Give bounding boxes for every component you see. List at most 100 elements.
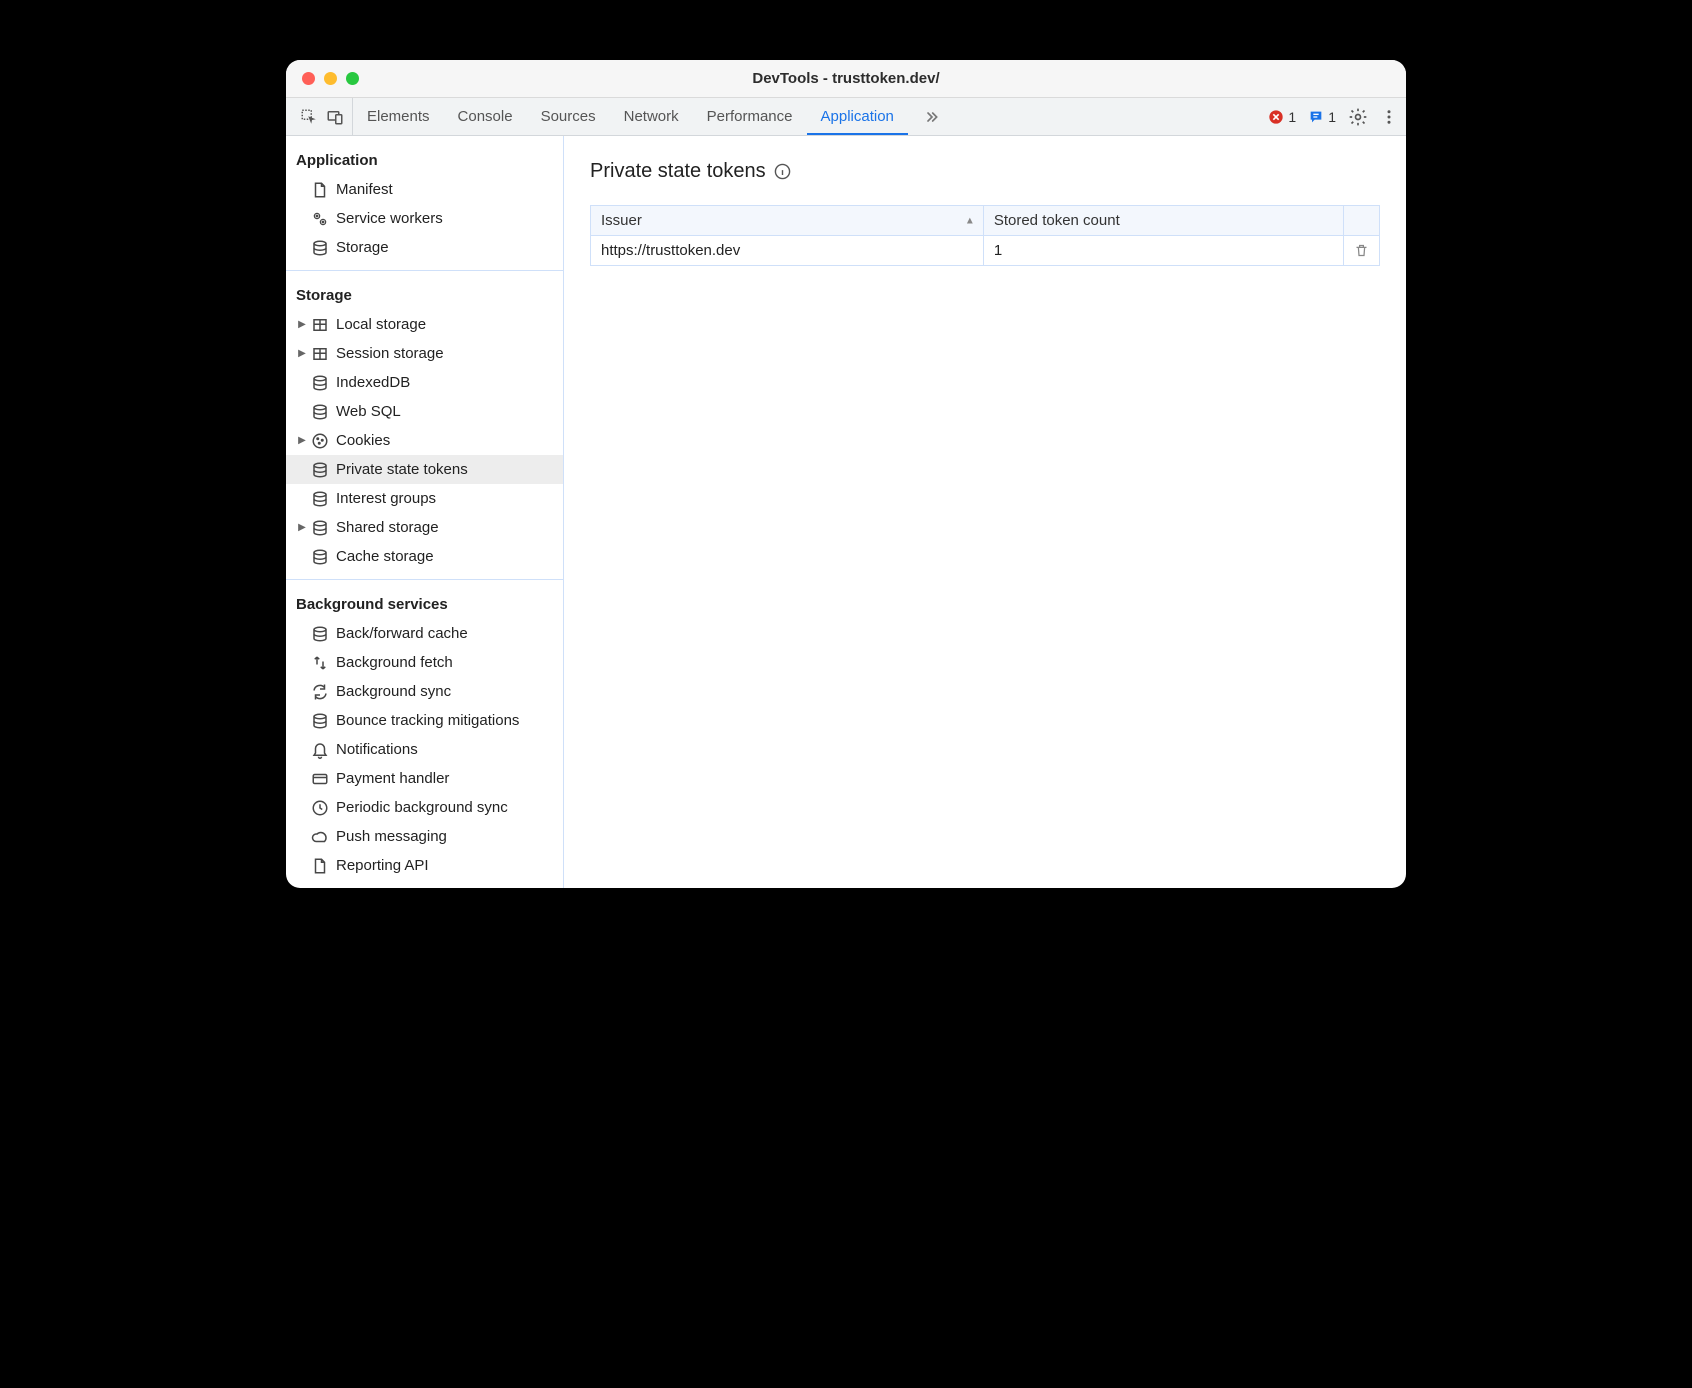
error-count[interactable]: 1 — [1268, 109, 1296, 125]
database-icon — [310, 712, 330, 730]
sidebar-item-background-sync[interactable]: Background sync — [286, 677, 563, 706]
sidebar-item-label: Periodic background sync — [336, 799, 508, 816]
sidebar-item-interest-groups[interactable]: Interest groups — [286, 484, 563, 513]
sidebar-item-private-state-tokens[interactable]: Private state tokens — [286, 455, 563, 484]
tab-console[interactable]: Console — [444, 98, 527, 135]
sidebar-item-label: Cache storage — [336, 548, 434, 565]
sidebar-item-indexeddb[interactable]: IndexedDB — [286, 368, 563, 397]
table-row[interactable]: https://trusttoken.dev 1 — [591, 236, 1380, 266]
column-header-actions — [1344, 206, 1380, 236]
main-panel: Private state tokens Issuer ▲ Stored tok… — [564, 136, 1406, 888]
cookie-icon — [310, 432, 330, 450]
sidebar-item-local-storage[interactable]: ▶ Local storage — [286, 310, 563, 339]
panel-heading: Private state tokens — [590, 160, 1380, 183]
column-header-issuer[interactable]: Issuer ▲ — [591, 206, 984, 236]
sidebar-item-label: Payment handler — [336, 770, 449, 787]
sidebar-item-label: Cookies — [336, 432, 390, 449]
sidebar-item-cache-storage[interactable]: Cache storage — [286, 542, 563, 571]
tab-elements[interactable]: Elements — [353, 98, 444, 135]
delete-icon[interactable] — [1354, 243, 1369, 258]
sidebar-item-push-messaging[interactable]: Push messaging — [286, 822, 563, 851]
database-icon — [310, 490, 330, 508]
sidebar-item-label: Shared storage — [336, 519, 439, 536]
traffic-lights — [286, 72, 359, 85]
tab-performance[interactable]: Performance — [693, 98, 807, 135]
sidebar-item-reporting-api[interactable]: Reporting API — [286, 851, 563, 880]
tab-application[interactable]: Application — [807, 98, 908, 135]
sidebar-item-label: Reporting API — [336, 857, 429, 874]
database-icon — [310, 374, 330, 392]
sidebar-heading-background-services: Background services — [286, 588, 563, 619]
sidebar-item-label: Manifest — [336, 181, 393, 198]
sidebar-item-manifest[interactable]: Manifest — [286, 175, 563, 204]
message-count-value: 1 — [1328, 109, 1336, 125]
more-icon[interactable] — [1380, 108, 1398, 126]
devtools-window: DevTools - trusttoken.dev/ Elements Cons… — [286, 60, 1406, 888]
database-icon — [310, 461, 330, 479]
content-area: Application Manifest Service workers Sto… — [286, 136, 1406, 888]
inspect-icon[interactable] — [300, 108, 318, 126]
expand-caret-icon[interactable]: ▶ — [296, 348, 308, 359]
sync-icon — [310, 683, 330, 701]
sidebar-section-storage: Storage ▶ Local storage ▶ Session storag… — [286, 271, 563, 580]
maximize-window-button[interactable] — [346, 72, 359, 85]
devtools-tabbar: Elements Console Sources Network Perform… — [286, 98, 1406, 136]
sidebar-item-label: Session storage — [336, 345, 444, 362]
tab-sources[interactable]: Sources — [527, 98, 610, 135]
sidebar-item-label: Storage — [336, 239, 389, 256]
database-icon — [310, 625, 330, 643]
sort-ascending-icon: ▲ — [965, 215, 975, 226]
sidebar-item-label: Push messaging — [336, 828, 447, 845]
bell-icon — [310, 741, 330, 759]
sidebar: Application Manifest Service workers Sto… — [286, 136, 564, 888]
info-icon[interactable] — [774, 163, 791, 180]
tab-network[interactable]: Network — [610, 98, 693, 135]
sidebar-item-label: Web SQL — [336, 403, 401, 420]
expand-caret-icon[interactable]: ▶ — [296, 319, 308, 330]
file-icon — [310, 181, 330, 199]
error-count-value: 1 — [1288, 109, 1296, 125]
sidebar-item-cookies[interactable]: ▶ Cookies — [286, 426, 563, 455]
sidebar-item-label: Interest groups — [336, 490, 436, 507]
sidebar-item-label: IndexedDB — [336, 374, 410, 391]
sidebar-item-shared-storage[interactable]: ▶ Shared storage — [286, 513, 563, 542]
window-title: DevTools - trusttoken.dev/ — [286, 70, 1406, 87]
cell-issuer: https://trusttoken.dev — [591, 236, 984, 266]
sidebar-item-label: Background sync — [336, 683, 451, 700]
sidebar-heading-application: Application — [286, 144, 563, 175]
sidebar-section-background-services: Background services Back/forward cache B… — [286, 580, 563, 888]
expand-caret-icon[interactable]: ▶ — [296, 522, 308, 533]
tab-overflow-icon[interactable] — [908, 98, 956, 135]
clock-icon — [310, 799, 330, 817]
sidebar-item-back-forward-cache[interactable]: Back/forward cache — [286, 619, 563, 648]
sidebar-item-storage[interactable]: Storage — [286, 233, 563, 262]
settings-icon[interactable] — [1348, 107, 1368, 127]
sidebar-item-payment-handler[interactable]: Payment handler — [286, 764, 563, 793]
database-icon — [310, 548, 330, 566]
sidebar-item-service-workers[interactable]: Service workers — [286, 204, 563, 233]
message-count[interactable]: 1 — [1308, 109, 1336, 125]
sidebar-item-label: Background fetch — [336, 654, 453, 671]
column-header-count[interactable]: Stored token count — [983, 206, 1343, 236]
sidebar-item-periodic-background-sync[interactable]: Periodic background sync — [286, 793, 563, 822]
panel-heading-text: Private state tokens — [590, 160, 766, 183]
sidebar-item-bounce-tracking[interactable]: Bounce tracking mitigations — [286, 706, 563, 735]
gears-icon — [310, 210, 330, 228]
cell-count: 1 — [983, 236, 1343, 266]
sidebar-item-label: Private state tokens — [336, 461, 468, 478]
expand-caret-icon[interactable]: ▶ — [296, 435, 308, 446]
column-label: Issuer — [601, 212, 642, 229]
column-label: Stored token count — [994, 212, 1120, 229]
file-icon — [310, 857, 330, 875]
sidebar-item-background-fetch[interactable]: Background fetch — [286, 648, 563, 677]
database-icon — [310, 403, 330, 421]
sidebar-item-label: Bounce tracking mitigations — [336, 712, 519, 729]
sidebar-item-web-sql[interactable]: Web SQL — [286, 397, 563, 426]
close-window-button[interactable] — [302, 72, 315, 85]
sidebar-item-session-storage[interactable]: ▶ Session storage — [286, 339, 563, 368]
credit-card-icon — [310, 770, 330, 788]
sidebar-item-notifications[interactable]: Notifications — [286, 735, 563, 764]
minimize-window-button[interactable] — [324, 72, 337, 85]
cloud-icon — [310, 828, 330, 846]
device-toggle-icon[interactable] — [326, 108, 344, 126]
